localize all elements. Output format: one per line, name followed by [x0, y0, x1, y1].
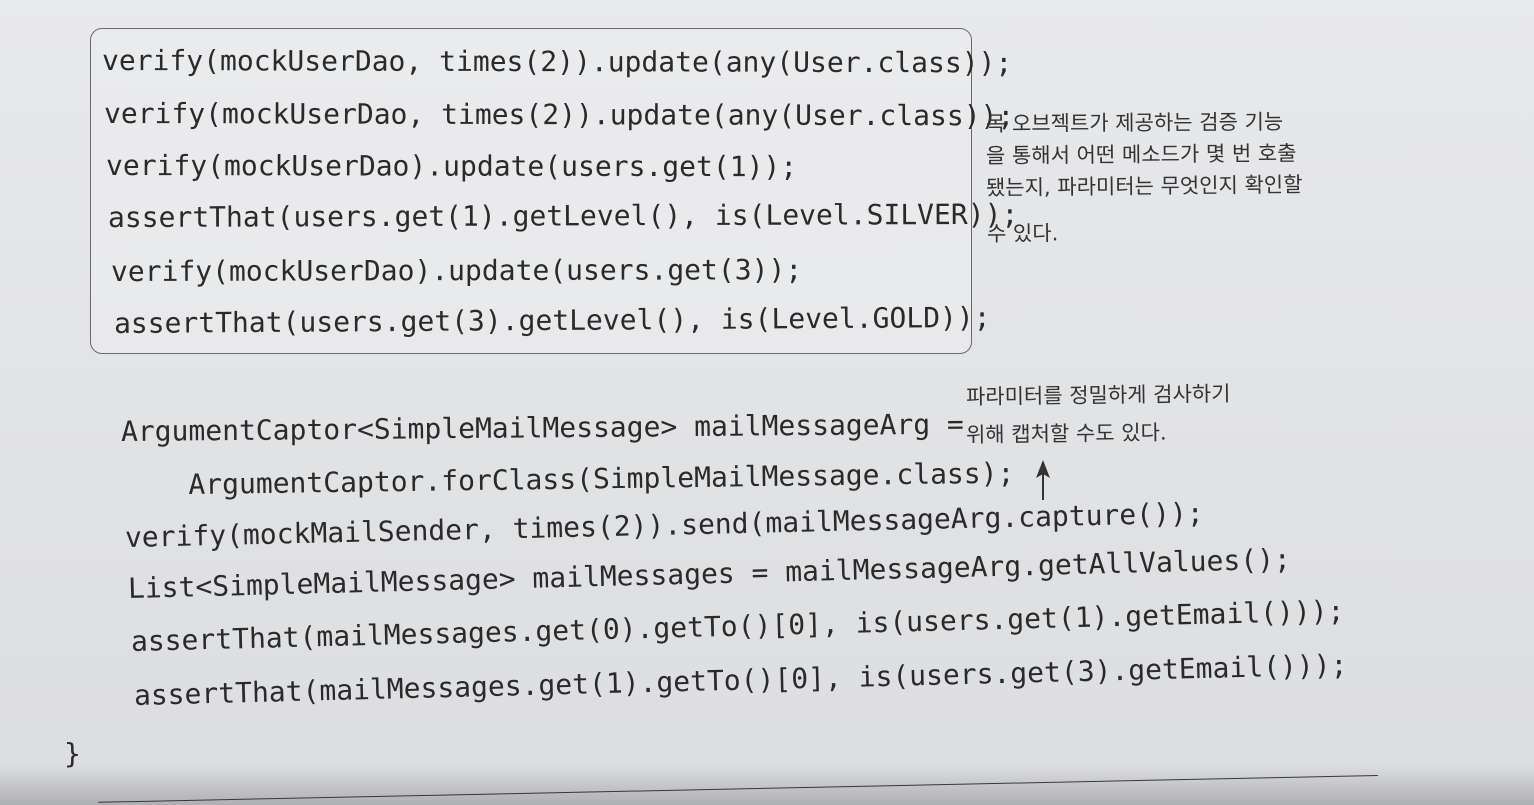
captor-note-line-2: 위해 캡처할 수도 있다. [965, 420, 1167, 447]
code-line-2: ArgumentCaptor.forClass(SimpleMailMessag… [120, 456, 1015, 502]
code-box-line-3: verify(mockUserDao).update(users.get(1))… [105, 149, 798, 184]
code-box-line-2: verify(mockUserDao, times(2)).update(any… [103, 97, 1015, 133]
code-line-4: List<SimpleMailMessage> mailMessages = m… [127, 542, 1292, 605]
up-arrow-icon [1036, 460, 1050, 500]
code-box-line-1: verify(mockUserDao, times(2)).update(any… [101, 44, 1013, 80]
code-line-6: assertThat(mailMessages.get(1).getTo()[0… [133, 648, 1348, 712]
code-box-line-4: assertThat(users.get(1).getLevel(), is(L… [107, 197, 1019, 234]
code-line-5: assertThat(mailMessages.get(0).getTo()[0… [130, 594, 1345, 658]
mock-verify-note-line-3: 됐는지, 파라미터는 무엇인지 확인할 [985, 172, 1303, 200]
code-box-line-6: assertThat(users.get(3).getLevel(), is(L… [113, 300, 991, 340]
captor-note-line-1: 파라미터를 정밀하게 검사하기 [965, 381, 1231, 409]
code-line-1: ArgumentCaptor<SimpleMailMessage> mailMe… [120, 407, 964, 448]
book-page: verify(mockUserDao, times(2)).update(any… [0, 0, 1534, 805]
closing-brace: } [64, 737, 81, 770]
mock-verify-note-line-1: 목 오브젝트가 제공하는 검증 기능 [985, 109, 1284, 136]
divider [98, 775, 1379, 803]
mock-verify-note-line-4: 수 있다. [986, 221, 1059, 246]
code-box-line-5: verify(mockUserDao).update(users.get(3))… [110, 253, 803, 288]
code-line-3: verify(mockMailSender, times(2)).send(ma… [124, 496, 1204, 554]
mock-verify-note-line-2: 을 통해서 어떤 메소드가 몇 번 호출 [985, 141, 1297, 168]
